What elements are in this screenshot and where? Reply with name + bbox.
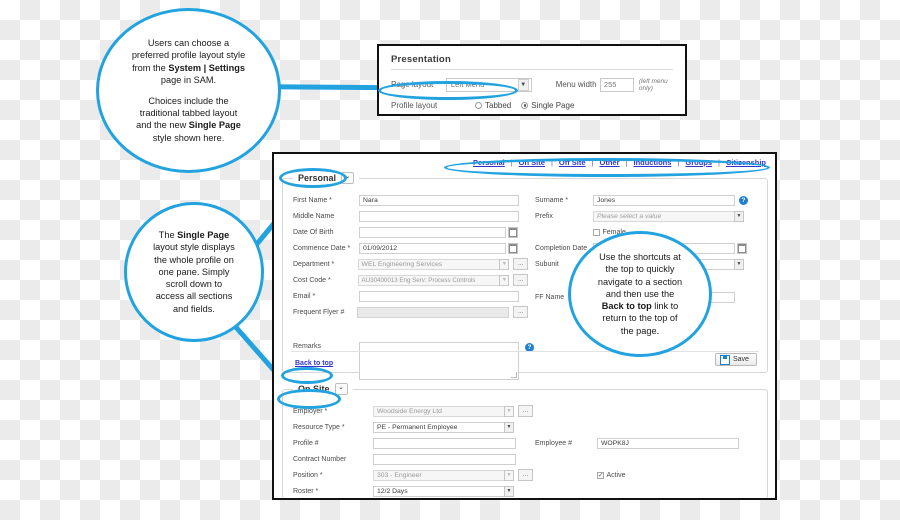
callout-shortcuts-text: Use the shortcuts at the top to quickly na… xyxy=(597,252,683,336)
callout-singlepage-text: The Single Page layout style displays the … xyxy=(153,230,235,314)
highlight-oval-profile-layout xyxy=(378,81,518,100)
highlight-oval-nav-links xyxy=(444,158,770,177)
highlight-oval-personal-legend xyxy=(279,168,347,188)
callout-layer: Users can choose a preferred profile layo… xyxy=(0,0,900,520)
callout-settings-text: Users can choose a preferred profile layo… xyxy=(131,38,246,143)
callout-settings: Users can choose a preferred profile layo… xyxy=(96,8,281,173)
callout-shortcuts: Use the shortcuts at the top to quickly na… xyxy=(568,231,712,357)
highlight-oval-on-site-legend xyxy=(277,389,341,409)
highlight-oval-back-to-top xyxy=(281,367,333,384)
callout-singlepage: The Single Page layout style displays the … xyxy=(124,202,264,342)
